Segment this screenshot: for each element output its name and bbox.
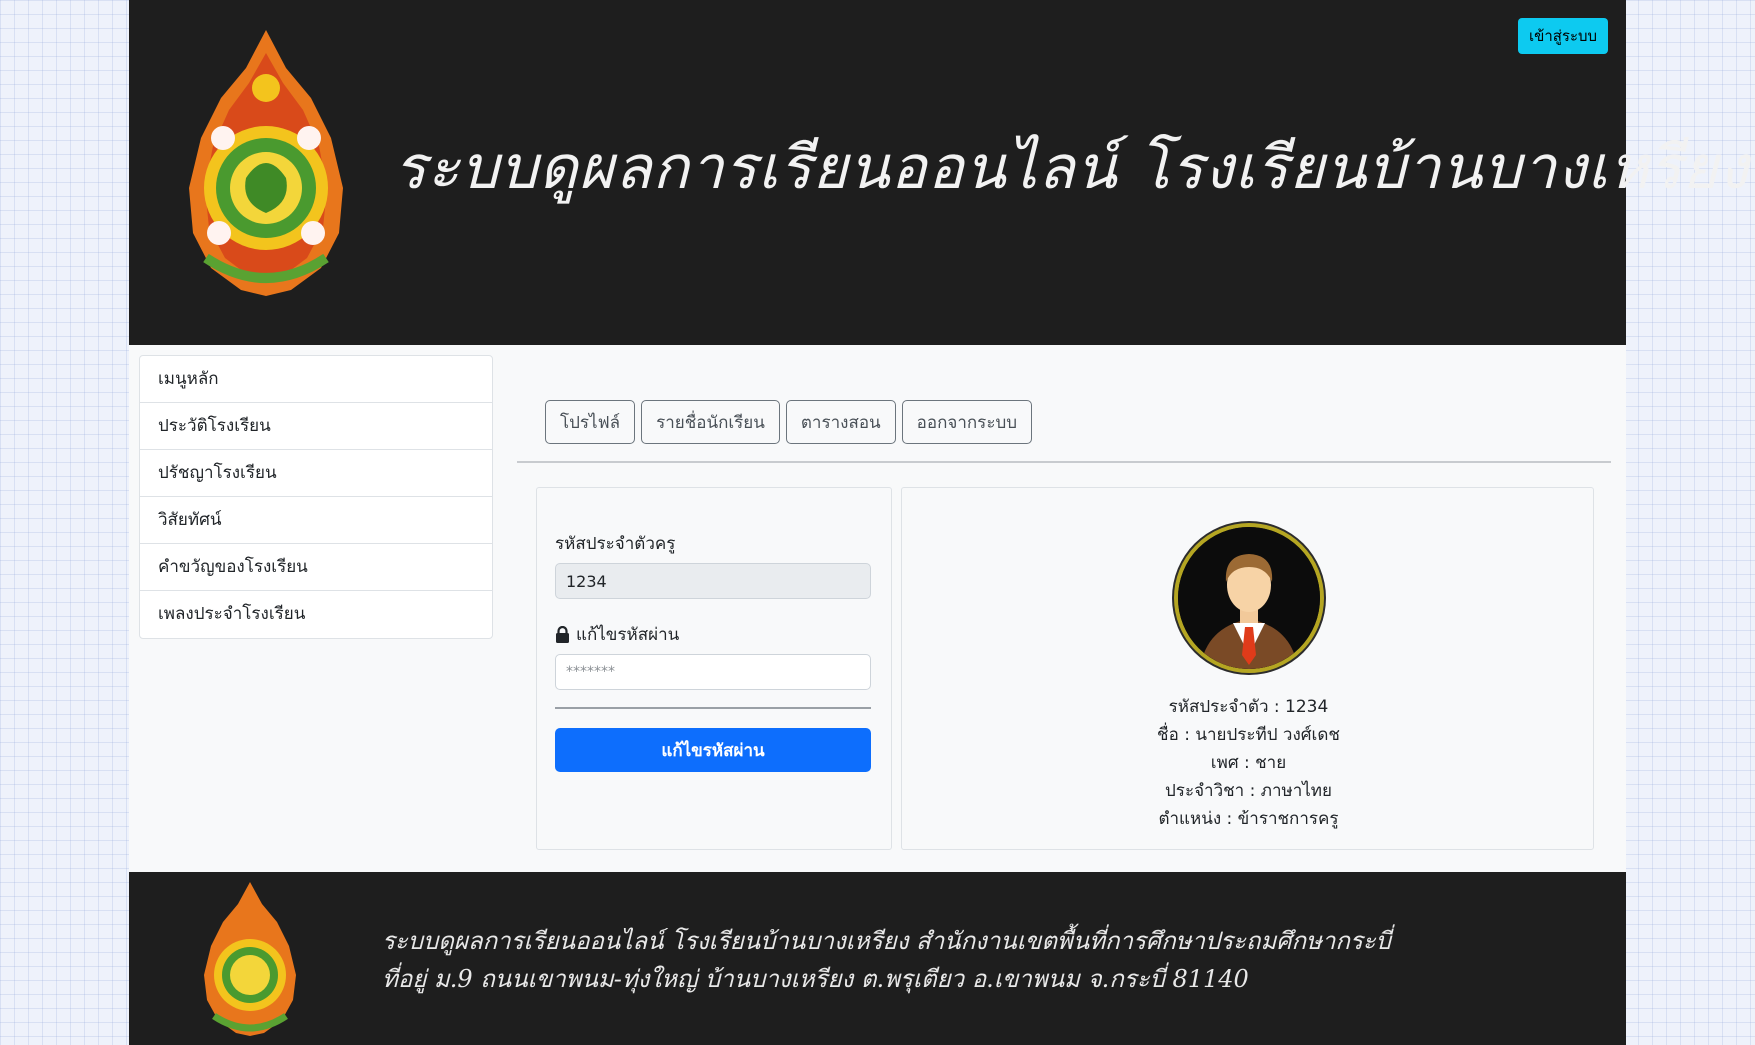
profile-subject: ประจำวิชา : ภาษาไทย <box>1165 781 1332 801</box>
login-button[interactable]: เข้าสู่ระบบ <box>1518 18 1608 54</box>
sidebar-item-vision[interactable]: วิสัยทัศน์ <box>140 497 492 544</box>
footer-text: ระบบดูผลการเรียนออนไลน์ โรงเรียนบ้านบางเ… <box>382 922 1391 998</box>
tab-logout[interactable]: ออกจากระบบ <box>901 400 1033 444</box>
avatar <box>1174 523 1324 673</box>
sidebar-item-school-history[interactable]: ประวัติโรงเรียน <box>140 403 492 450</box>
profile-gender: เพศ : ชาย <box>1210 753 1287 773</box>
sidebar-item-motto[interactable]: คำขวัญของโรงเรียน <box>140 544 492 591</box>
site-title: ระบบดูผลการเรียนออนไลน์ โรงเรียนบ้านบางเ… <box>394 133 1750 203</box>
edit-password-label-text: แก้ไขรหัสผ่าน <box>576 625 680 645</box>
tab-timetable[interactable]: ตารางสอน <box>785 400 896 444</box>
tab-profile[interactable]: โปรไฟล์ <box>545 400 636 444</box>
password-card: รหัสประจำตัวครู แก้ไขรหัสผ่าน แก้ไขรหัสผ… <box>536 487 892 850</box>
profile-card: รหัสประจำตัว : 1234 ชื่อ : นายประทีป วงศ… <box>901 487 1594 850</box>
header-banner: ระบบดูผลการเรียนออนไลน์ โรงเรียนบ้านบางเ… <box>129 0 1750 345</box>
profile-info: รหัสประจำตัว : 1234 ชื่อ : นายประทีป วงศ… <box>902 693 1595 833</box>
school-emblem-logo <box>189 30 343 296</box>
sidebar-item-school-philosophy[interactable]: ปรัชญาโรงเรียน <box>140 450 492 497</box>
teacher-id-field[interactable] <box>555 563 871 599</box>
edit-password-label: แก้ไขรหัสผ่าน <box>555 621 679 648</box>
profile-teacher-id: รหัสประจำตัว : 1234 <box>1168 697 1329 717</box>
footer-school-emblem-logo <box>204 882 296 1036</box>
password-field[interactable] <box>555 654 871 690</box>
form-divider <box>555 707 871 709</box>
teacher-id-label: รหัสประจำตัวครู <box>555 534 676 554</box>
teacher-avatar-icon <box>1178 527 1320 669</box>
page: ระบบดูผลการเรียนออนไลน์ โรงเรียนบ้านบางเ… <box>129 0 1750 1045</box>
footer-line-1: ระบบดูผลการเรียนออนไลน์ โรงเรียนบ้านบางเ… <box>382 927 1391 955</box>
tab-student-list[interactable]: รายชื่อนักเรียน <box>641 400 780 444</box>
sidebar-item-main-menu[interactable]: เมนูหลัก <box>140 356 492 403</box>
footer: ระบบดูผลการเรียนออนไลน์ โรงเรียนบ้านบางเ… <box>129 872 1626 1045</box>
tab-bar: โปรไฟล์ รายชื่อนักเรียน ตารางสอน ออกจากร… <box>545 400 1033 444</box>
lock-icon <box>556 626 569 643</box>
sidebar-item-school-song[interactable]: เพลงประจำโรงเรียน <box>140 591 492 638</box>
profile-name: ชื่อ : นายประทีป วงศ์เดช <box>1157 725 1340 745</box>
profile-position: ตำแหน่ง : ข้าราชการครู <box>1158 809 1339 829</box>
tabs-divider <box>517 461 1611 463</box>
footer-line-2: ที่อยู่ ม.9 ถนนเขาพนม-ทุ่งใหญ่ บ้านบางเห… <box>382 965 1249 993</box>
change-password-button[interactable]: แก้ไขรหัสผ่าน <box>555 728 871 772</box>
sidebar-menu: เมนูหลัก ประวัติโรงเรียน ปรัชญาโรงเรียน … <box>139 355 493 639</box>
